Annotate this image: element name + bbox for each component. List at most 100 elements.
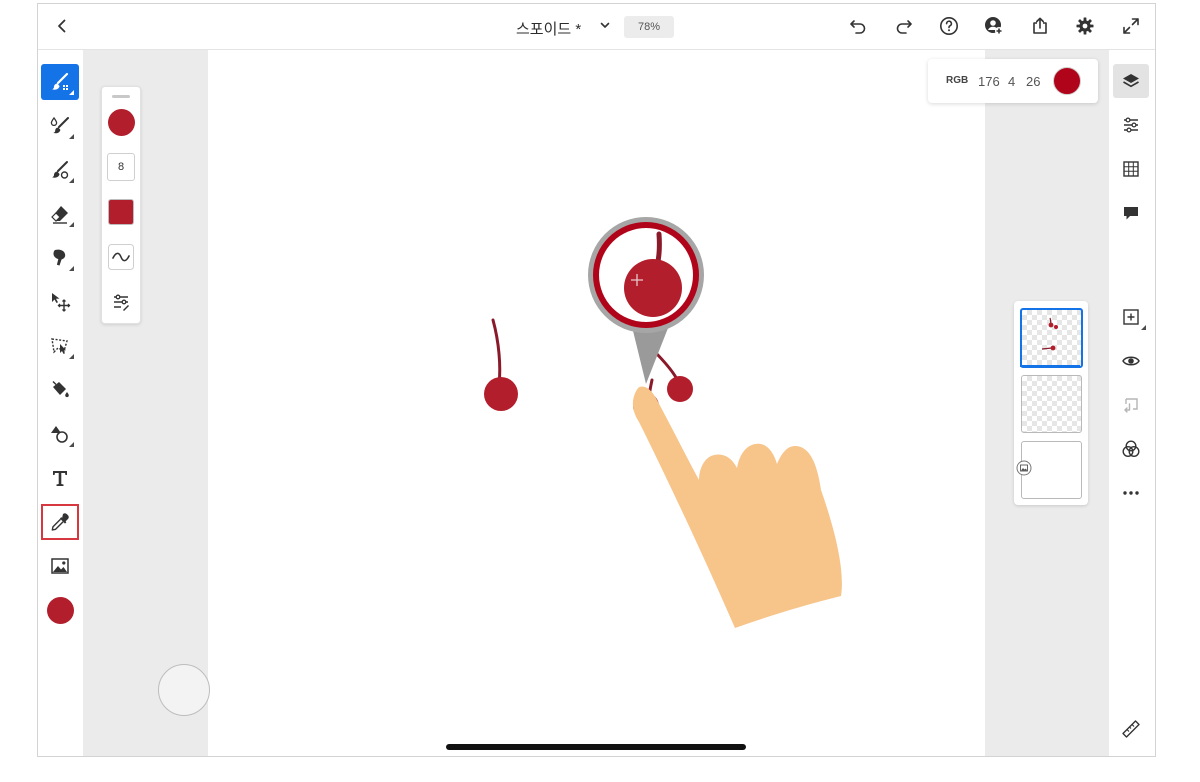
app-window: 스포이드 * 78% 8 RGB 176 4 26 <box>37 3 1156 757</box>
sliders-icon <box>114 294 129 311</box>
comment-icon <box>1124 207 1138 220</box>
layer-selection-indicator <box>1020 365 1080 367</box>
pixel-brush-tool[interactable] <box>41 64 79 100</box>
background-image-icon <box>1016 460 1032 476</box>
redo-button[interactable] <box>890 12 918 40</box>
eyedropper-icon <box>51 513 69 531</box>
layer-thumbnail-background[interactable] <box>1016 441 1082 499</box>
brush-size-button[interactable]: 8 <box>106 152 136 182</box>
layer-visibility-button[interactable] <box>1113 344 1149 378</box>
share-button[interactable] <box>1026 12 1054 40</box>
green-value: 4 <box>1008 74 1016 89</box>
gear-icon <box>1076 17 1094 35</box>
adjustments-button[interactable] <box>1113 108 1149 142</box>
help-icon <box>940 17 958 35</box>
touch-modifier-button[interactable] <box>158 664 210 716</box>
submenu-indicator <box>69 90 74 95</box>
zoom-level[interactable]: 78% <box>624 16 674 38</box>
submenu-indicator <box>69 178 74 183</box>
submenu-indicator <box>69 354 74 359</box>
home-indicator <box>446 744 746 750</box>
chevron-left-icon <box>58 19 66 33</box>
live-brush-icon <box>50 116 69 134</box>
brush-settings-panel: 8 <box>101 86 141 324</box>
brush-color-swatch <box>107 108 135 136</box>
lasso-selection-tool[interactable] <box>41 328 79 364</box>
back-button[interactable] <box>48 12 76 40</box>
document-title[interactable]: 스포이드 * <box>516 18 581 39</box>
sampled-color-swatch <box>1053 67 1081 95</box>
red-value: 176 <box>978 74 1000 89</box>
panel-drag-handle[interactable] <box>112 95 130 98</box>
adjustments-icon <box>1124 117 1138 133</box>
text-icon <box>53 471 67 486</box>
move-transform-icon <box>52 293 71 312</box>
eraser-tool[interactable] <box>41 196 79 232</box>
image-tool[interactable] <box>41 548 79 584</box>
shapes-tool[interactable] <box>41 416 79 452</box>
eye-icon <box>1122 356 1140 366</box>
eraser-icon <box>51 206 68 224</box>
color-mode-label: RGB <box>946 75 969 86</box>
merge-down-button[interactable] <box>1113 388 1149 422</box>
blend-mode-icon <box>1122 440 1140 458</box>
current-color-swatch <box>46 596 74 624</box>
text-tool[interactable] <box>41 460 79 496</box>
layers-button[interactable] <box>1113 64 1149 98</box>
share-icon <box>1033 17 1047 34</box>
layer-preview <box>1041 317 1058 351</box>
merge-down-icon <box>1124 398 1138 413</box>
brush-size-value: 8 <box>107 153 135 181</box>
layers-icon <box>1123 74 1139 88</box>
invite-button[interactable] <box>980 12 1008 40</box>
brush-preview-button[interactable] <box>106 197 136 227</box>
right-toolbar <box>1109 50 1155 756</box>
blue-value: 26 <box>1026 74 1041 89</box>
undo-icon <box>850 20 866 34</box>
cherry-left <box>484 377 518 411</box>
lasso-icon <box>51 338 68 354</box>
submenu-indicator <box>69 134 74 139</box>
blend-mode-button[interactable] <box>1113 432 1149 466</box>
vector-brush-icon <box>52 161 69 179</box>
ruler-button[interactable] <box>1113 712 1149 746</box>
paint-bucket-icon <box>52 381 69 398</box>
cherry-right <box>667 376 693 402</box>
title-dropdown-button[interactable] <box>594 14 616 36</box>
grid-icon <box>1123 161 1139 177</box>
invite-user-icon <box>985 17 1003 35</box>
vector-brush-tool[interactable] <box>41 152 79 188</box>
layer-thumbnail-1[interactable] <box>1020 308 1083 368</box>
comments-button[interactable] <box>1113 196 1149 230</box>
smudge-tool[interactable] <box>41 240 79 276</box>
color-readout-panel: RGB 176 4 26 <box>928 59 1098 103</box>
brush-stroke-button[interactable] <box>106 242 136 272</box>
submenu-indicator <box>1141 325 1146 330</box>
ruler-icon <box>1122 720 1140 738</box>
color-picker-swatch[interactable] <box>41 592 79 628</box>
fullscreen-button[interactable] <box>1117 12 1145 40</box>
more-options-button[interactable] <box>1113 476 1149 510</box>
layer-thumbnail-2[interactable] <box>1021 375 1082 433</box>
layers-thumbnail-panel <box>1014 301 1088 505</box>
eyedropper-tool[interactable] <box>41 504 79 540</box>
move-transform-tool[interactable] <box>41 284 79 320</box>
grid-button[interactable] <box>1113 152 1149 186</box>
redo-icon <box>896 20 912 34</box>
fullscreen-icon <box>1123 18 1139 34</box>
canvas-area[interactable] <box>83 50 985 756</box>
brush-options-button[interactable] <box>106 287 136 317</box>
undo-button[interactable] <box>844 12 872 40</box>
live-brush-tool[interactable] <box>41 108 79 144</box>
add-layer-icon <box>1123 309 1139 325</box>
submenu-indicator <box>69 222 74 227</box>
fill-tool[interactable] <box>41 372 79 408</box>
add-layer-button[interactable] <box>1113 300 1149 334</box>
canvas-artwork <box>484 217 842 628</box>
stroke-wave-icon <box>108 244 134 270</box>
chevron-down-icon <box>600 22 610 28</box>
brush-tip-swatch <box>108 199 134 225</box>
brush-color-button[interactable] <box>106 107 136 137</box>
help-button[interactable] <box>935 12 963 40</box>
settings-button[interactable] <box>1071 12 1099 40</box>
